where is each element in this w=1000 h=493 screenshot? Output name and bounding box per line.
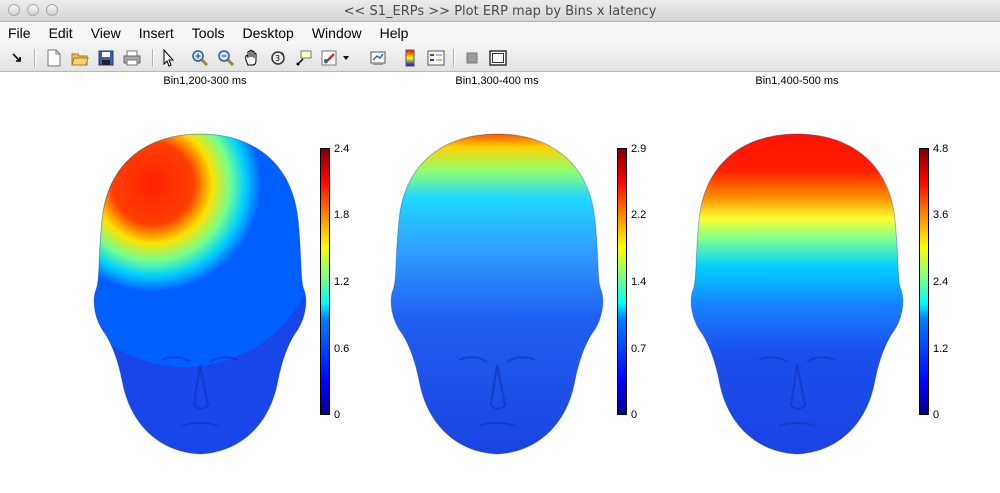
colorbar-tick: 3.6 (933, 209, 949, 221)
colorbar-tick: 0.7 (631, 343, 647, 355)
print-icon[interactable] (122, 48, 142, 68)
save-icon[interactable] (96, 48, 116, 68)
dropdown-icon[interactable] (340, 48, 352, 68)
legend-icon[interactable] (426, 48, 446, 68)
menu-bar: File Edit View Insert Tools Desktop Wind… (0, 22, 1000, 44)
colorbar-tick: 1.2 (933, 343, 949, 355)
pointer-icon[interactable] (158, 48, 178, 68)
head-topomap (690, 133, 904, 455)
colorbar-tick: 2.2 (631, 209, 647, 221)
menu-desktop[interactable]: Desktop (233, 22, 302, 44)
colorbar (617, 148, 627, 415)
colorbar-tick: 2.4 (334, 143, 350, 155)
menu-view[interactable]: View (82, 22, 130, 44)
svg-text:3: 3 (275, 54, 280, 63)
colorbar-icon[interactable] (400, 48, 420, 68)
head-topomap (390, 133, 604, 455)
figure-toolbar: 3 (0, 44, 1000, 72)
colorbar-tick: 0 (933, 409, 940, 421)
colorbar (919, 148, 929, 415)
show-tools-icon[interactable] (488, 48, 508, 68)
colorbar-tick: 2.9 (631, 143, 647, 155)
head-topomap (93, 133, 307, 455)
figure-canvas: Bin1,200-300 ms 2.4 1.8 1.2 0.6 0 Bin1,3… (0, 72, 1000, 493)
colorbar-tick: 2.4 (933, 276, 949, 288)
hide-tools-icon[interactable] (462, 48, 482, 68)
data-cursor-icon[interactable] (294, 48, 314, 68)
menu-help[interactable]: Help (371, 22, 418, 44)
menu-tools[interactable]: Tools (183, 22, 234, 44)
colorbar-tick: 0 (334, 409, 341, 421)
window-titlebar: << S1_ERPs >> Plot ERP map by Bins x lat… (0, 0, 1000, 22)
brush-icon[interactable] (320, 48, 340, 68)
plot-title: Bin1,200-300 ms (163, 75, 247, 87)
rotate-3d-icon[interactable]: 3 (268, 48, 288, 68)
colorbar-tick: 0.6 (334, 343, 350, 355)
window-title: << S1_ERPs >> Plot ERP map by Bins x lat… (343, 4, 657, 19)
plot-title: Bin1,400-500 ms (755, 75, 839, 87)
new-file-icon[interactable] (44, 48, 64, 68)
plot-title: Bin1,300-400 ms (455, 75, 539, 87)
zoom-out-icon[interactable] (216, 48, 236, 68)
menu-edit[interactable]: Edit (40, 22, 82, 44)
colorbar-tick: 1.8 (334, 209, 350, 221)
colorbar-tick: 1.2 (334, 276, 350, 288)
zoom-in-icon[interactable] (190, 48, 210, 68)
open-folder-icon[interactable] (70, 48, 90, 68)
menu-window[interactable]: Window (303, 22, 371, 44)
pan-icon[interactable] (242, 48, 262, 68)
menu-file[interactable]: File (0, 22, 40, 44)
colorbar-tick: 0 (631, 409, 638, 421)
colorbar-tick: 4.8 (933, 143, 949, 155)
link-plot-icon[interactable] (368, 48, 388, 68)
colorbar-tick: 1.4 (631, 276, 647, 288)
menu-insert[interactable]: Insert (130, 22, 183, 44)
colorbar (320, 148, 330, 415)
arrow-icon[interactable] (7, 48, 27, 68)
